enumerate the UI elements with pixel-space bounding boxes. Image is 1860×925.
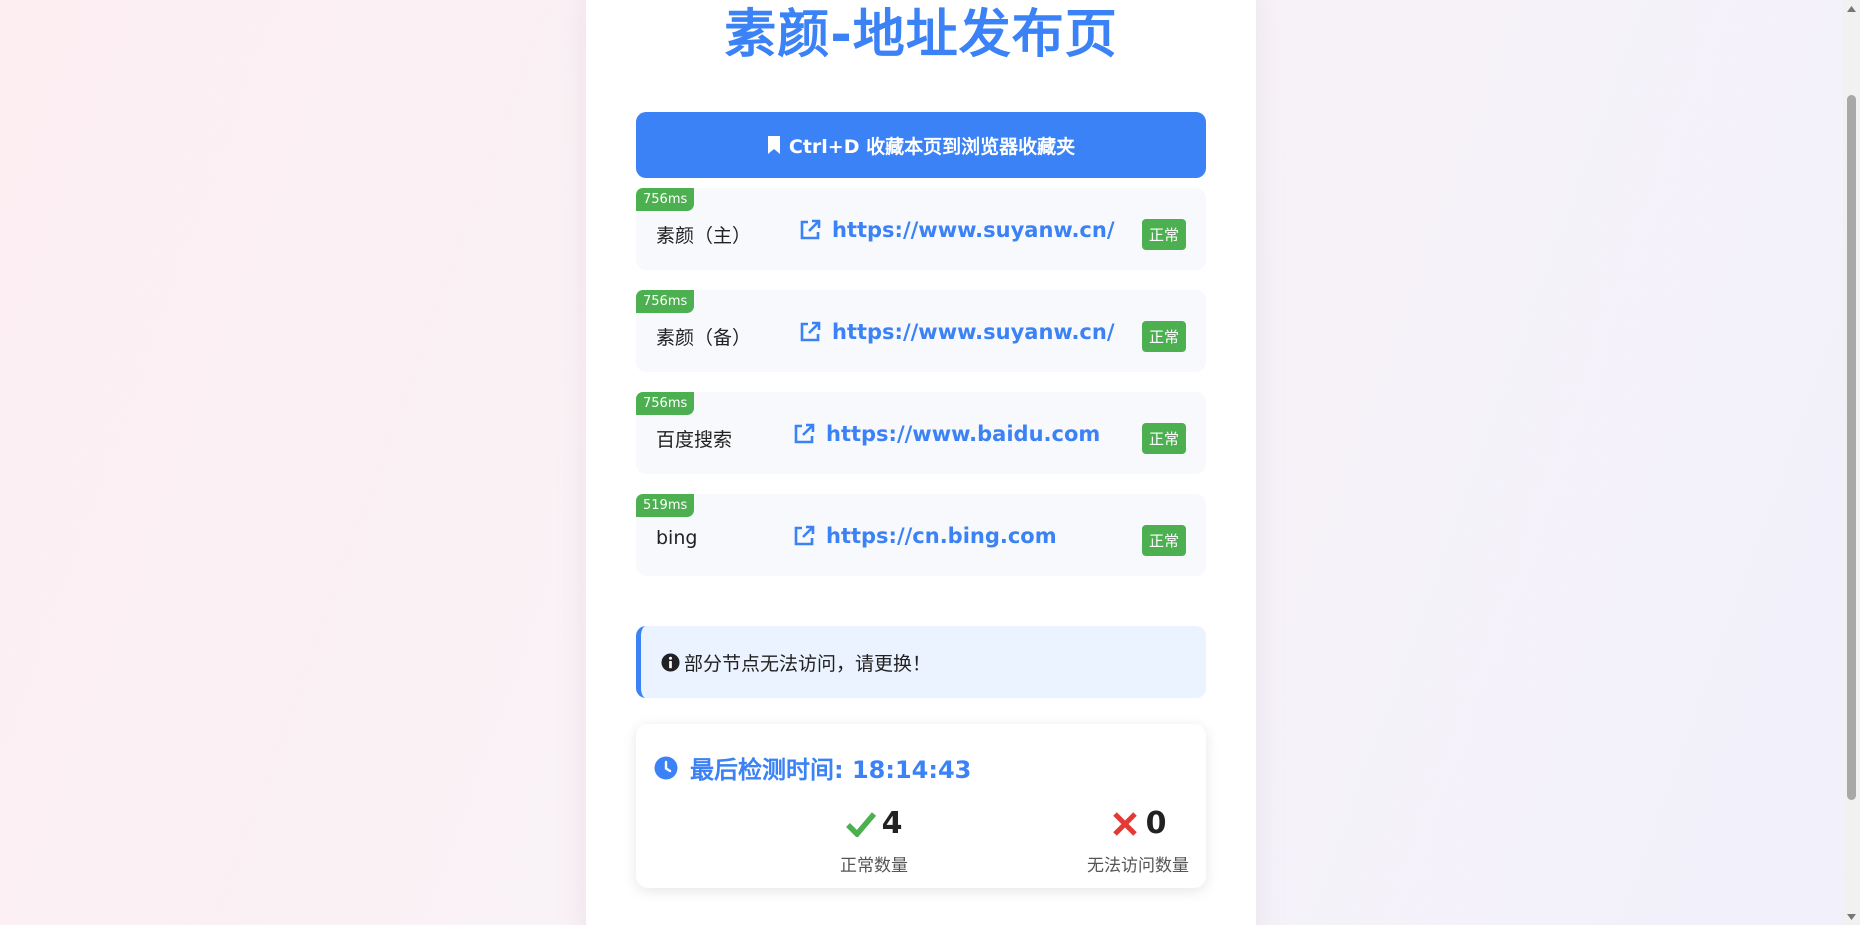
stats-panel: 最后检测时间: 18:14:43 4 正常数量 0 无法访问数量 <box>636 724 1206 888</box>
site-link[interactable]: https://www.suyanw.cn/ <box>798 320 1115 344</box>
scrollbar-thumb[interactable] <box>1847 95 1856 800</box>
latency-badge: 756ms <box>636 392 695 415</box>
last-check-text: 最后检测时间: 18:14:43 <box>690 756 972 784</box>
site-name: 素颜（备） <box>656 327 752 349</box>
ok-stat: 4 正常数量 <box>774 806 974 876</box>
site-name: bing <box>656 527 698 549</box>
status-badge: 正常 <box>1141 423 1186 454</box>
scroll-down-arrow-icon[interactable] <box>1843 908 1860 925</box>
site-row: 756ms 百度搜索 https://www.baidu.com 正常 <box>636 392 1206 474</box>
cross-icon <box>1112 811 1137 836</box>
clock-icon <box>654 756 678 779</box>
site-url: https://www.suyanw.cn/ <box>832 320 1115 344</box>
site-link[interactable]: https://www.suyanw.cn/ <box>798 218 1115 242</box>
external-link-icon <box>800 219 821 240</box>
site-row: 756ms 素颜（主） https://www.suyanw.cn/ 正常 <box>636 188 1206 270</box>
main-card: 素颜-地址发布页 Ctrl+D 收藏本页到浏览器收藏夹 756ms 素颜（主） … <box>586 0 1256 925</box>
bookmark-button[interactable]: Ctrl+D 收藏本页到浏览器收藏夹 <box>636 112 1206 178</box>
site-link[interactable]: https://cn.bing.com <box>792 524 1057 548</box>
external-link-icon <box>794 525 815 546</box>
fail-count: 0 <box>1145 806 1167 841</box>
site-row: 519ms bing https://cn.bing.com 正常 <box>636 494 1206 576</box>
status-badge: 正常 <box>1141 321 1186 352</box>
latency-badge: 756ms <box>636 188 695 211</box>
site-list: 756ms 素颜（主） https://www.suyanw.cn/ 正常 75… <box>636 188 1206 596</box>
bookmark-icon <box>767 136 780 154</box>
status-badge: 正常 <box>1141 525 1186 556</box>
info-icon <box>661 652 680 672</box>
latency-badge: 756ms <box>636 290 695 313</box>
fail-label: 无法访问数量 <box>1087 856 1189 876</box>
status-badge: 正常 <box>1141 219 1186 250</box>
site-name: 素颜（主） <box>656 225 752 247</box>
last-check: 最后检测时间: 18:14:43 <box>654 750 971 785</box>
site-name: 百度搜索 <box>656 429 733 451</box>
notice-banner: 部分节点无法访问，请更换！ <box>636 626 1206 698</box>
page-title: 素颜-地址发布页 <box>724 5 1118 65</box>
latency-badge: 519ms <box>636 494 695 517</box>
external-link-icon <box>794 423 815 444</box>
bookmark-label: Ctrl+D 收藏本页到浏览器收藏夹 <box>788 135 1076 158</box>
site-row: 756ms 素颜（备） https://www.suyanw.cn/ 正常 <box>636 290 1206 372</box>
site-url: https://www.baidu.com <box>826 422 1101 446</box>
ok-count: 4 <box>881 806 903 841</box>
site-link[interactable]: https://www.baidu.com <box>792 422 1100 446</box>
site-url: https://cn.bing.com <box>826 524 1057 548</box>
external-link-icon <box>800 321 821 342</box>
fail-stat: 0 无法访问数量 <box>1038 806 1238 876</box>
scroll-up-arrow-icon[interactable] <box>1843 0 1860 17</box>
ok-label: 正常数量 <box>840 856 908 876</box>
check-icon <box>845 811 876 837</box>
notice-text: 部分节点无法访问，请更换！ <box>684 652 932 675</box>
vertical-scrollbar[interactable] <box>1843 0 1860 925</box>
site-url: https://www.suyanw.cn/ <box>832 218 1115 242</box>
